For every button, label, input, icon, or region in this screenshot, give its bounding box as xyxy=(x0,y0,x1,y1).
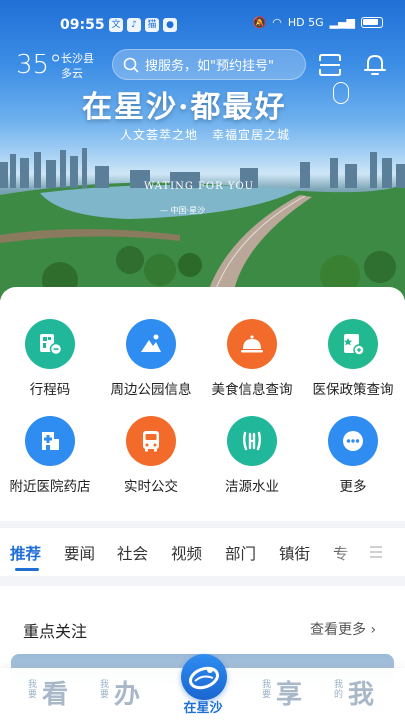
service-label: 附近医院药店 xyxy=(9,479,91,495)
nav-small-label: 我的 xyxy=(334,680,344,700)
tab-society[interactable]: 社会 xyxy=(117,542,148,564)
signal-icon: ▂▄▆ xyxy=(329,16,355,29)
tab-recommend[interactable]: 推荐 xyxy=(10,542,41,564)
tab-headlines[interactable]: 要闻 xyxy=(64,542,95,564)
section-title: 重点关注 xyxy=(23,622,88,641)
service-label: 医保政策查询 xyxy=(312,382,394,398)
bell-icon[interactable] xyxy=(361,50,389,78)
service-label: 美食信息查询 xyxy=(211,382,293,398)
nav-small-label: 我要 xyxy=(28,680,38,700)
hospital-icon xyxy=(25,416,75,466)
status-bar: 09:55 文 ♪ 猫 ● 🔕 ◠ HD 5G ▂▄▆ xyxy=(0,0,405,40)
hero-banner[interactable]: 09:55 文 ♪ 猫 ● 🔕 ◠ HD 5G ▂▄▆ 35° 长沙县 多云 搜… xyxy=(0,0,405,300)
service-park-info[interactable]: 周边公园信息 xyxy=(101,319,201,409)
service-medical-insurance[interactable]: 医保政策查询 xyxy=(303,319,403,409)
bus-icon xyxy=(126,416,176,466)
park-icon xyxy=(126,319,176,369)
more-icon xyxy=(328,416,378,466)
nav-big-label: 我 xyxy=(348,680,375,710)
nav-small-label: 我要 xyxy=(262,680,272,700)
banner-subtitle: 人文荟萃之地 幸福宜居之城 xyxy=(120,126,290,143)
service-food-info[interactable]: 美食信息查询 xyxy=(202,319,302,409)
food-icon xyxy=(227,319,277,369)
search-input[interactable]: 搜服务，如"预约挂号" xyxy=(112,49,306,80)
service-grid: 行程码 周边公园信息 美食信息查询 医保政策查询 附近医院药店 实时公交 洁源水… xyxy=(0,287,405,521)
weather-temperature[interactable]: 35° xyxy=(16,50,62,80)
see-more-link[interactable]: 查看更多 › xyxy=(310,619,376,639)
tab-fade xyxy=(328,528,364,576)
weather-condition: 多云 xyxy=(61,67,83,80)
status-right: 🔕 ◠ HD 5G ▂▄▆ xyxy=(253,16,383,29)
wifi-icon: ◠ xyxy=(272,16,282,29)
service-label: 洁源水业 xyxy=(225,479,279,495)
network-indicator: HD 5G xyxy=(287,16,324,29)
search-icon xyxy=(123,57,139,72)
tab-towns[interactable]: 镇街 xyxy=(279,542,310,564)
tab-departments[interactable]: 部门 xyxy=(225,542,256,564)
service-water-utility[interactable]: 洁源水业 xyxy=(202,416,302,506)
status-time: 09:55 xyxy=(60,17,105,33)
home-center-label[interactable]: 在星沙 xyxy=(173,697,233,716)
service-realtime-bus[interactable]: 实时公交 xyxy=(101,416,201,506)
service-label: 更多 xyxy=(339,479,367,495)
banner-english: WATING FOR YOU xyxy=(144,181,255,192)
nav-big-label: 看 xyxy=(42,680,69,710)
search-placeholder: 搜服务，如"预约挂号" xyxy=(145,59,274,74)
service-itinerary-code[interactable]: 行程码 xyxy=(0,319,100,409)
battery-icon xyxy=(361,17,383,28)
service-label: 实时公交 xyxy=(124,479,178,495)
weather-location[interactable]: 长沙县 多云 xyxy=(61,51,94,81)
landscape-image xyxy=(0,182,405,300)
nav-small-label: 我要 xyxy=(100,680,110,700)
translate-app-icon: 文 xyxy=(109,18,123,32)
leaf-icon xyxy=(333,82,349,104)
xingsha-logo-icon xyxy=(188,666,220,690)
water-icon xyxy=(227,416,277,466)
see-more-label: 查看更多 xyxy=(310,622,366,638)
itinerary-code-icon xyxy=(25,319,75,369)
tab-video[interactable]: 视频 xyxy=(171,542,202,564)
home-center-button[interactable] xyxy=(181,654,227,700)
active-tab-indicator xyxy=(15,568,39,571)
service-nearby-hospital[interactable]: 附近医院药店 xyxy=(0,416,100,506)
medical-insurance-icon xyxy=(328,319,378,369)
weather-county: 长沙县 xyxy=(61,52,94,65)
wechat-app-icon: ● xyxy=(163,18,177,32)
banner-slogan: 在星沙·都最好 xyxy=(82,90,287,125)
chevron-right-icon: › xyxy=(370,622,377,638)
news-tab-bar: 推荐 要闻 社会 视频 部门 镇街 专 xyxy=(0,528,405,576)
service-label: 周边公园信息 xyxy=(110,382,192,398)
banner-subtitle-right: 幸福宜居之城 xyxy=(212,128,291,142)
banner-location: — 中国·星沙 xyxy=(160,206,206,215)
tiktok-app-icon: ♪ xyxy=(127,18,141,32)
service-more[interactable]: 更多 xyxy=(303,416,403,506)
cat-app-icon: 猫 xyxy=(145,18,159,32)
service-label: 行程码 xyxy=(29,382,71,398)
scan-icon[interactable] xyxy=(317,52,343,78)
tab-menu-icon[interactable] xyxy=(368,544,384,560)
banner-subtitle-left: 人文荟萃之地 xyxy=(120,128,199,142)
nav-big-label: 享 xyxy=(276,680,303,710)
nav-big-label: 办 xyxy=(114,680,141,710)
mute-icon: 🔕 xyxy=(252,16,267,29)
